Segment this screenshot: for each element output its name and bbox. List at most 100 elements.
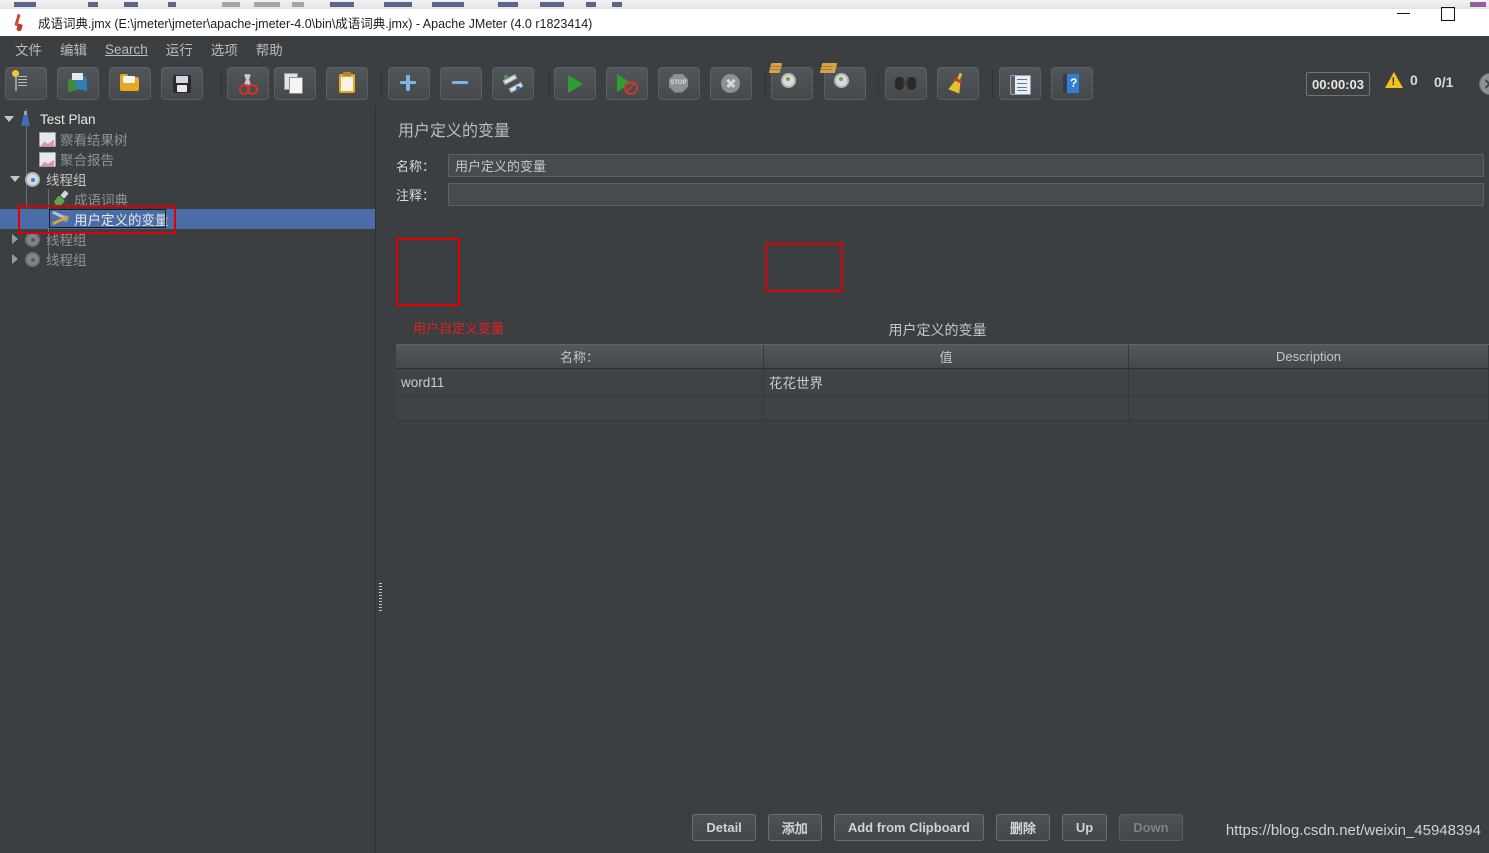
twisty-right-icon[interactable] <box>8 249 22 269</box>
expand-all-plus-icon <box>398 73 420 95</box>
tree-label: 成语词典 <box>74 193 128 208</box>
variables-table-caption: 用户定义的变量 <box>888 322 987 338</box>
menu-bar: 文件 编辑 Search 运行 选项 帮助 <box>0 36 1489 62</box>
menu-search-label: Search <box>105 41 148 57</box>
name-input[interactable]: 用户定义的变量 <box>448 154 1484 177</box>
down-button: Down <box>1119 814 1183 841</box>
detail-button[interactable]: Detail <box>692 814 756 841</box>
cut-button[interactable] <box>227 67 269 100</box>
up-button[interactable]: Up <box>1061 814 1108 841</box>
stop-button[interactable]: STOP <box>658 67 700 100</box>
menu-run[interactable]: 运行 <box>157 37 202 61</box>
test-plan-flask-icon <box>16 109 36 129</box>
toggle-icon <box>502 73 524 95</box>
table-row[interactable]: word11 花花世界 <box>396 369 1489 396</box>
shutdown-icon <box>720 73 742 95</box>
tree-node-thread-group-3[interactable]: 线程组 <box>0 249 375 269</box>
open-button[interactable] <box>109 67 151 100</box>
comment-field-row: 注释： <box>396 182 1486 207</box>
new-test-plan-button[interactable] <box>5 67 47 100</box>
toolbar-separator-5 <box>878 70 879 97</box>
warning-status: 0 <box>1385 72 1418 88</box>
toolbar-separator-6 <box>992 70 993 97</box>
table-header-row: 名称： 值 Description <box>396 344 1489 369</box>
maximize-button[interactable] <box>1432 0 1464 27</box>
delete-button[interactable]: 删除 <box>995 814 1050 841</box>
start-no-pauses-button[interactable] <box>606 67 648 100</box>
shutdown-button[interactable] <box>710 67 752 100</box>
toolbar-separator-4 <box>765 70 766 97</box>
tree-label: 线程组 <box>46 253 87 268</box>
reset-search-button[interactable] <box>937 67 979 100</box>
save-button[interactable] <box>161 67 203 100</box>
expand-all-button[interactable] <box>388 67 430 100</box>
reset-search-broom-icon <box>947 72 969 95</box>
tree-label: 察看结果树 <box>60 133 128 148</box>
menu-options[interactable]: 选项 <box>202 37 247 61</box>
tree-node-test-plan[interactable]: Test Plan <box>0 109 375 129</box>
copy-button[interactable] <box>274 67 316 100</box>
search-binoculars-icon <box>895 73 917 95</box>
paste-button[interactable] <box>326 67 368 100</box>
start-play-icon <box>564 73 586 95</box>
toolbar-separator-2 <box>381 70 382 97</box>
comment-input[interactable] <box>448 183 1484 206</box>
table-empty-row <box>396 396 1489 421</box>
tree-node-view-results-tree[interactable]: 察看结果树 <box>0 129 375 149</box>
copy-icon <box>284 72 306 95</box>
function-helper-button[interactable] <box>999 67 1041 100</box>
twisty-none <box>36 189 50 209</box>
window-title: 成语词典.jmx (E:\jmeter\jmeter\apache-jmeter… <box>38 17 593 31</box>
thread-group-gear-disabled-icon <box>22 229 42 249</box>
collapse-all-minus-icon <box>450 73 472 95</box>
column-header-description[interactable]: Description <box>1129 345 1489 368</box>
clear-all-button[interactable] <box>819 62 866 100</box>
cell-name[interactable]: word11 <box>396 369 764 395</box>
tree-label: 聚合报告 <box>60 153 114 168</box>
tree-node-user-defined-variables[interactable]: 用户定义的变量 <box>0 209 375 229</box>
tree-label: Test Plan <box>40 111 96 127</box>
templates-icon <box>67 72 89 95</box>
collapse-all-button[interactable] <box>440 67 482 100</box>
help-button[interactable]: ? <box>1051 67 1093 100</box>
menu-help[interactable]: 帮助 <box>247 37 292 61</box>
twisty-down-icon[interactable] <box>2 109 16 129</box>
minimize-button[interactable] <box>1387 0 1419 27</box>
clear-button[interactable] <box>768 62 813 100</box>
tree-node-aggregate-report[interactable]: 聚合报告 <box>0 149 375 169</box>
title-bar: 成语词典.jmx (E:\jmeter\jmeter\apache-jmeter… <box>0 9 1489 36</box>
column-header-name[interactable]: 名称： <box>396 345 764 368</box>
twisty-right-icon[interactable] <box>8 229 22 249</box>
menu-search[interactable]: Search <box>96 40 157 59</box>
app-flask-icon <box>10 13 32 33</box>
elapsed-timer: 00:00:03 <box>1306 72 1370 96</box>
help-book-icon: ? <box>1061 73 1083 95</box>
twisty-down-icon[interactable] <box>8 169 22 189</box>
add-button[interactable]: 添加 <box>767 814 822 841</box>
cell-value[interactable]: 花花世界 <box>764 369 1129 395</box>
tree-node-thread-group-1[interactable]: 线程组 <box>0 169 375 189</box>
tree-node-chengyu-cidian[interactable]: 成语词典 <box>0 189 375 209</box>
menu-file[interactable]: 文件 <box>6 37 51 61</box>
templates-button[interactable] <box>57 67 99 100</box>
toggle-button[interactable] <box>492 67 534 100</box>
column-header-value[interactable]: 值 <box>764 345 1129 368</box>
page-title: 用户定义的变量 <box>398 123 511 140</box>
function-helper-icon <box>1009 73 1031 95</box>
watermark-url: https://blog.csdn.net/weixin_45948394 <box>1225 822 1481 839</box>
menu-edit[interactable]: 编辑 <box>51 37 96 61</box>
test-plan-tree: Test Plan 察看结果树 聚合报告 线程组 成语词典 用户定义的变量 线程… <box>0 105 375 853</box>
aggregate-report-icon <box>36 149 56 169</box>
start-button[interactable] <box>554 67 596 100</box>
add-from-clipboard-button[interactable]: Add from Clipboard <box>833 814 984 841</box>
active-thread-count: 0/1 <box>1434 74 1454 90</box>
tree-node-thread-group-2[interactable]: 线程组 <box>0 229 375 249</box>
splitter-grip[interactable] <box>379 583 382 611</box>
cell-description[interactable] <box>1129 369 1489 395</box>
annotation-label: 用户自定义变量 <box>413 321 505 336</box>
stop-icon: STOP <box>668 73 690 95</box>
paste-clipboard-icon <box>336 71 358 95</box>
clear-icon <box>768 62 803 95</box>
variables-table: 名称： 值 Description word11 花花世界 <box>396 344 1489 421</box>
search-button[interactable] <box>885 67 927 100</box>
